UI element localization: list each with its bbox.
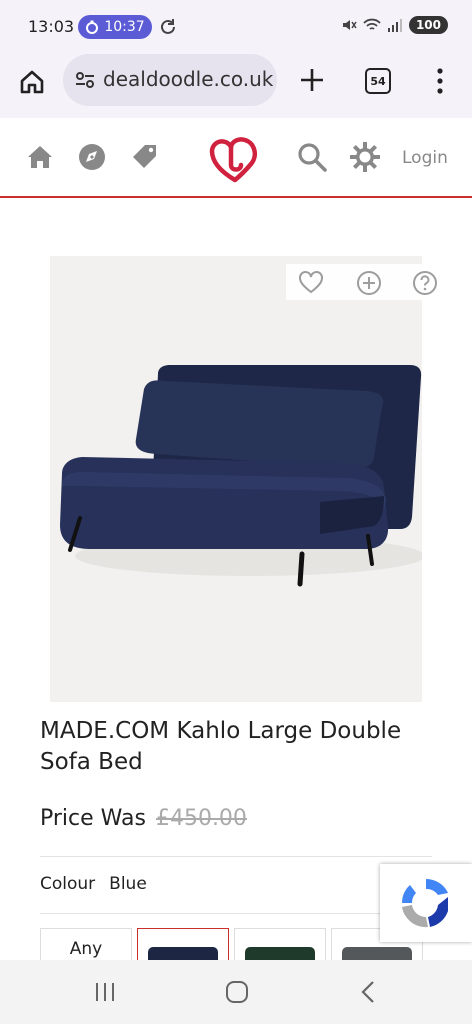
- stopwatch-icon: [86, 20, 99, 34]
- browser-toolbar: dealdoodle.co.uk 54: [0, 54, 472, 118]
- timer-text: 10:37: [104, 19, 145, 35]
- url-text[interactable]: dealdoodle.co.uk: [103, 67, 273, 91]
- sofa-image: [60, 365, 425, 587]
- recent-apps-icon[interactable]: [92, 980, 118, 1004]
- site-header: Login: [0, 118, 472, 198]
- home-icon[interactable]: [18, 68, 46, 96]
- swatch-any-label: Any: [69, 939, 103, 959]
- divider: [40, 856, 432, 857]
- signal-icon: [387, 19, 402, 32]
- compass-icon[interactable]: [77, 142, 107, 172]
- price-was: £450.00: [155, 806, 247, 831]
- image-actions: [286, 264, 450, 300]
- battery-indicator: 100: [408, 16, 448, 34]
- address-bar[interactable]: dealdoodle.co.uk: [63, 54, 277, 106]
- divider: [40, 913, 432, 914]
- status-bar: 13:03 10:37 100: [0, 0, 472, 54]
- product-image[interactable]: [50, 256, 425, 702]
- back-icon[interactable]: [356, 980, 382, 1004]
- colour-row: Colour Blue: [40, 874, 147, 894]
- help-icon[interactable]: [412, 270, 438, 296]
- add-icon[interactable]: [356, 270, 382, 296]
- login-link[interactable]: Login: [402, 148, 448, 168]
- status-icons: 100: [341, 16, 448, 34]
- system-nav-bar: [0, 960, 472, 1024]
- price-row: Price Was £450.00: [40, 806, 247, 831]
- clock: 13:03: [28, 17, 75, 36]
- tune-icon[interactable]: [73, 68, 97, 92]
- menu-icon[interactable]: [430, 66, 450, 96]
- colour-value: Blue: [109, 874, 147, 894]
- recaptcha-badge[interactable]: [380, 864, 472, 942]
- timer-pill: 10:37: [78, 15, 152, 39]
- product-title: MADE.COM Kahlo Large Double Sofa Bed: [40, 718, 402, 775]
- recaptcha-icon: [401, 878, 448, 928]
- heart-icon[interactable]: [298, 270, 324, 296]
- price-label: Price Was: [40, 806, 146, 831]
- home-nav-icon[interactable]: [224, 980, 250, 1004]
- sync-icon: [161, 19, 175, 34]
- wifi-icon: [363, 18, 381, 30]
- site-home-icon[interactable]: [25, 142, 55, 172]
- settings-icon[interactable]: [349, 141, 381, 173]
- plus-icon[interactable]: [298, 66, 326, 94]
- tabs-icon[interactable]: 54: [365, 68, 391, 94]
- colour-label: Colour: [40, 874, 96, 894]
- tag-icon[interactable]: [130, 142, 160, 172]
- mute-icon: [342, 20, 357, 30]
- brand-logo[interactable]: [206, 130, 264, 188]
- search-icon[interactable]: [297, 142, 327, 172]
